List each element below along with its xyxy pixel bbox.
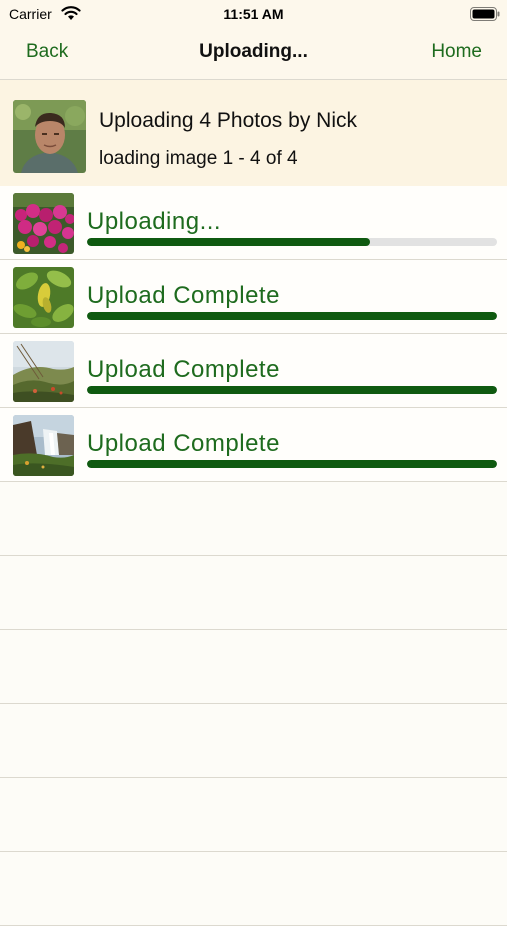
empty-list-row xyxy=(0,482,507,556)
upload-row[interactable]: Upload Complete xyxy=(0,260,507,334)
empty-list-row xyxy=(0,630,507,704)
photo-thumbnail xyxy=(13,341,74,402)
avatar xyxy=(13,100,86,173)
upload-row[interactable]: Uploading... xyxy=(0,186,507,260)
upload-title: Uploading 4 Photos by Nick xyxy=(99,109,357,132)
upload-progress-fill xyxy=(87,386,497,394)
upload-progress-fill xyxy=(87,238,370,246)
photo-thumbnail xyxy=(13,415,74,476)
upload-status-label: Upload Complete xyxy=(87,430,280,457)
upload-progress-bar xyxy=(87,238,497,246)
upload-progress-fill xyxy=(87,312,497,320)
navigation-bar: Back Uploading... Home xyxy=(0,30,507,80)
home-button[interactable]: Home xyxy=(431,41,482,63)
photo-thumbnail xyxy=(13,267,74,328)
empty-list-row xyxy=(0,778,507,852)
photo-thumbnail xyxy=(13,193,74,254)
upload-progress-bar xyxy=(87,386,497,394)
upload-status-label: Upload Complete xyxy=(87,356,280,383)
upload-row[interactable]: Upload Complete xyxy=(0,408,507,482)
upload-progress-bar xyxy=(87,312,497,320)
upload-summary-header: Uploading 4 Photos by Nick loading image… xyxy=(0,80,507,186)
battery-icon xyxy=(470,7,500,21)
upload-list: Uploading... Upload Complete Upload Comp… xyxy=(0,186,507,926)
empty-list-row xyxy=(0,704,507,778)
status-bar: Carrier 11:51 AM xyxy=(0,0,507,30)
empty-list-row xyxy=(0,852,507,926)
upload-progress-fill xyxy=(87,460,497,468)
upload-row[interactable]: Upload Complete xyxy=(0,334,507,408)
empty-list-row xyxy=(0,556,507,630)
upload-progress-text: loading image 1 - 4 of 4 xyxy=(99,148,298,169)
upload-progress-bar xyxy=(87,460,497,468)
clock: 11:51 AM xyxy=(223,6,284,22)
upload-status-label: Upload Complete xyxy=(87,282,280,309)
upload-status-label: Uploading... xyxy=(87,208,222,235)
